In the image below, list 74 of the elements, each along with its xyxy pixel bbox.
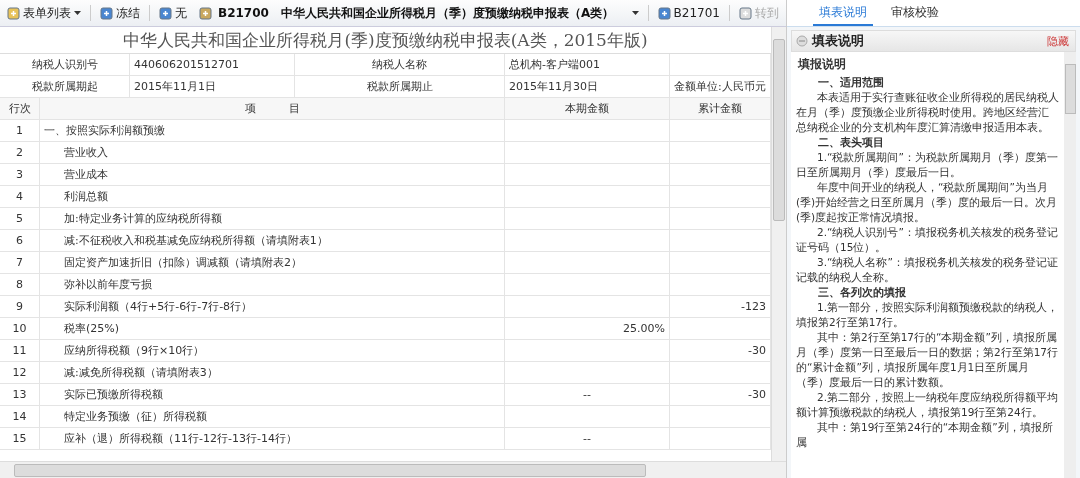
paragraph: 本表适用于实行查账征收企业所得税的居民纳税人在月（季）度预缴企业所得税时使用。跨地区经营汇总纳税企业的分支机构年度汇算清缴申报适用本表。 [796,90,1059,135]
field-label: 税款所属期止 [295,76,505,97]
hide-link[interactable]: 隐藏 [1047,33,1069,49]
row-number: 3 [0,164,40,185]
field-label: 税款所属期起 [0,76,130,97]
vertical-scrollbar[interactable] [1064,52,1076,478]
field-label: 纳税人名称 [295,54,505,75]
row-number: 2 [0,142,40,163]
table-cell: 弥补以前年度亏损 [40,274,505,295]
row-number: 4 [0,186,40,207]
paragraph: 其中：第19行至第24行的“本期金额”列，填报所属 [796,420,1054,450]
row-number: 13 [0,384,40,405]
table-cell: 应纳所得税额（9行×10行） [40,340,505,361]
field-label: 纳税人识别号 [0,54,130,75]
panel-tab[interactable]: 填表说明 [813,0,873,26]
table-cell: 应补（退）所得税额（11行-12行-13行-14行） [40,428,505,449]
instructions-heading: 填报说明 [798,56,847,73]
table-cell: -- [505,428,670,449]
row-number: 7 [0,252,40,273]
section-heading: 二、表头项目 [817,135,885,150]
paragraph: 2.“纳税人识别号”：填报税务机关核发的税务登记证号码（15位）。 [796,225,1059,255]
section-heading: 一、适用范围 [817,75,885,90]
row-number: 12 [0,362,40,383]
row-number: 11 [0,340,40,361]
form-select[interactable]: B21700 中华人民共和国企业所得税月（季）度预缴纳税申报表（A类） [196,2,642,24]
toolbar-button[interactable]: B21701 [654,4,723,22]
column-header: 累计金额 [670,98,771,119]
table-cell: 营业收入 [40,142,505,163]
table-cell: -- [505,384,670,405]
paragraph: 1.第一部分，按照实际利润额预缴税款的纳税人，填报第2行至第17行。 [796,300,1059,330]
table-cell: 利润总额 [40,186,505,207]
paragraph: 年度中间开业的纳税人，“税款所属期间”为当月(季)开始经营之日至所属月（季）度的最后一日。次月(季)度起按正常情况填报。 [796,180,1059,225]
row-number: 14 [0,406,40,427]
toolbar-button[interactable]: 冻结 [97,2,143,24]
field-value: 440606201512701 [130,54,295,75]
row-number: 8 [0,274,40,295]
paragraph: 其中：第2行至第17行的“本期金额”列，填报所属月（季）度第一日至最后一日的数据；第2行至第17行的“累计金额”列，填报所属年度1月1日至所属月（季）度最后一日的累计数额。 [796,330,1059,390]
table-cell: 营业成本 [40,164,505,185]
row-number: 15 [0,428,40,449]
table-cell: 固定资产加速折旧（扣除）调减额（请填附表2） [40,252,505,273]
table-cell: 税率(25%) [40,318,505,339]
panel-title: 填表说明 [812,32,864,50]
collapse-icon[interactable] [796,35,808,47]
field-value: 2015年11月1日 [130,76,295,97]
table-cell: 减:不征税收入和税基减免应纳税所得额（请填附表1） [40,230,505,251]
paragraph: 2.第二部分，按照上一纳税年度应纳税所得额平均额计算预缴税款的纳税人，填报第19行至第24行。 [796,390,1059,420]
horizontal-scrollbar[interactable] [0,461,786,478]
caret-icon [631,11,639,15]
column-header: 本期金额 [505,98,670,119]
field-value: 2015年11月30日 [505,76,670,97]
section-heading: 三、各列次的填报 [817,285,907,300]
table-cell: 一、按照实际利润额预缴 [40,120,505,141]
toolbar-button[interactable]: 无 [156,2,190,24]
row-number: 10 [0,318,40,339]
form-list-menu[interactable]: 表单列表 [4,2,84,24]
table-cell: 25.00% [505,318,670,339]
row-number: 1 [0,120,40,141]
paragraph: 3.“纳税人名称”：填报税务机关核发的税务登记证记载的纳税人全称。 [796,255,1059,285]
table-cell: 特定业务预缴（征）所得税额 [40,406,505,427]
field-value: 总机构-客户端001 [505,54,670,75]
table-cell: 加:特定业务计算的应纳税所得额 [40,208,505,229]
column-header: 行次 [0,98,40,119]
table-cell: 实际利润额（4行+5行-6行-7行-8行） [40,296,505,317]
row-number: 6 [0,230,40,251]
row-number: 5 [0,208,40,229]
vertical-scrollbar[interactable] [771,27,786,461]
panel-tab[interactable]: 审核校验 [885,0,945,26]
paragraph: 1.“税款所属期间”：为税款所属期月（季）度第一日至所属期月（季）度最后一日。 [796,150,1059,180]
form-title: 中华人民共和国企业所得税月(季)度预缴纳税申报表(A类，2015年版) [0,27,771,54]
column-header: 项 目 [40,98,505,119]
table-cell: 实际已预缴所得税额 [40,384,505,405]
caret-icon [74,11,81,15]
row-number: 9 [0,296,40,317]
table-cell: 减:减免所得税额（请填附表3） [40,362,505,383]
